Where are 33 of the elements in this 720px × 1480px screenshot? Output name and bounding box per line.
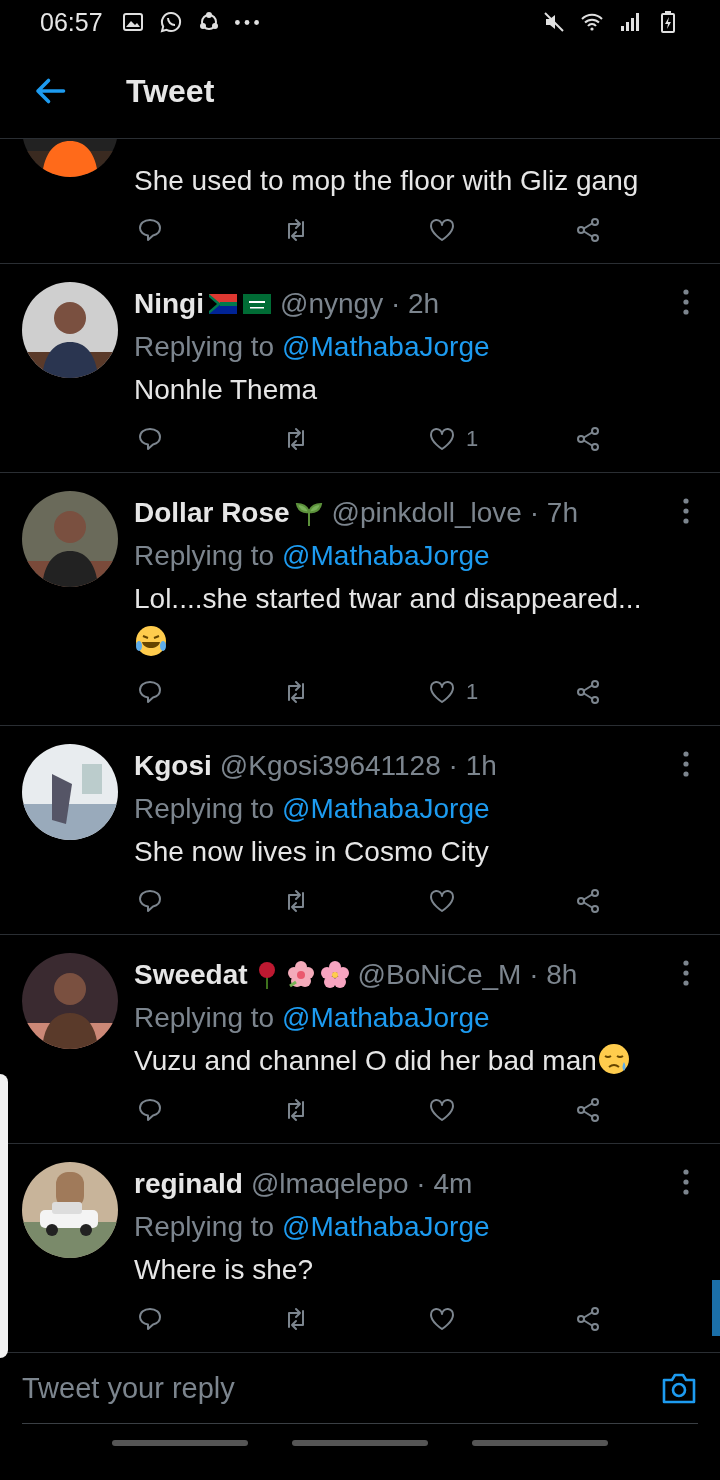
like-button[interactable]: 1 <box>426 678 479 706</box>
page-title: Tweet <box>126 72 215 110</box>
user-name[interactable]: reginald <box>134 1167 243 1200</box>
replying-label: Replying to <box>134 792 275 825</box>
mention-link[interactable]: @MathabaJorge <box>282 792 490 825</box>
user-name[interactable]: Kgosi <box>134 749 212 782</box>
reply-field[interactable]: Tweet your reply <box>22 1371 660 1405</box>
user-name[interactable]: Sweedat <box>134 958 248 991</box>
tweet-text: Where is she? <box>134 1254 313 1285</box>
replying-label: Replying to <box>134 1210 275 1243</box>
replying-label: Replying to <box>134 539 275 572</box>
like-count: 1 <box>466 426 479 452</box>
user-name[interactable]: Ningi <box>134 287 204 320</box>
tweet-text: She now lives in Cosmo City <box>134 836 489 867</box>
mention-link[interactable]: @MathabaJorge <box>282 539 490 572</box>
status-time: 06:57 <box>40 7 103 37</box>
user-handle-time: @pinkdoll_love · 7h <box>331 496 578 529</box>
user-name[interactable]: Dollar Rose <box>134 496 290 529</box>
replying-label: Replying to <box>134 1001 275 1034</box>
replying-label: Replying to <box>134 330 275 363</box>
tweet-text: Lol....she started twar and disappeared... <box>134 583 642 614</box>
tweet-text: She used to mop the floor with Gliz gang <box>134 165 639 196</box>
mention-link[interactable]: @MathabaJorge <box>282 1001 490 1034</box>
like-button[interactable]: 1 <box>426 425 479 453</box>
user-handle-time: @lmaqelepo · 4m <box>250 1167 473 1200</box>
mention-link[interactable]: @MathabaJorge <box>282 330 490 363</box>
like-count: 1 <box>466 679 479 705</box>
tweet-text: Nonhle Thema <box>134 374 318 405</box>
user-handle-time: @nyngy · 2h <box>280 287 440 320</box>
user-handle-time: @Kgosi39641128 · 1h <box>219 749 497 782</box>
user-handle-time: @BoNiCe_M · 8h <box>357 958 578 991</box>
mention-link[interactable]: @MathabaJorge <box>282 1210 490 1243</box>
tweet-text: Vuzu and channel O did her bad man <box>134 1045 597 1076</box>
